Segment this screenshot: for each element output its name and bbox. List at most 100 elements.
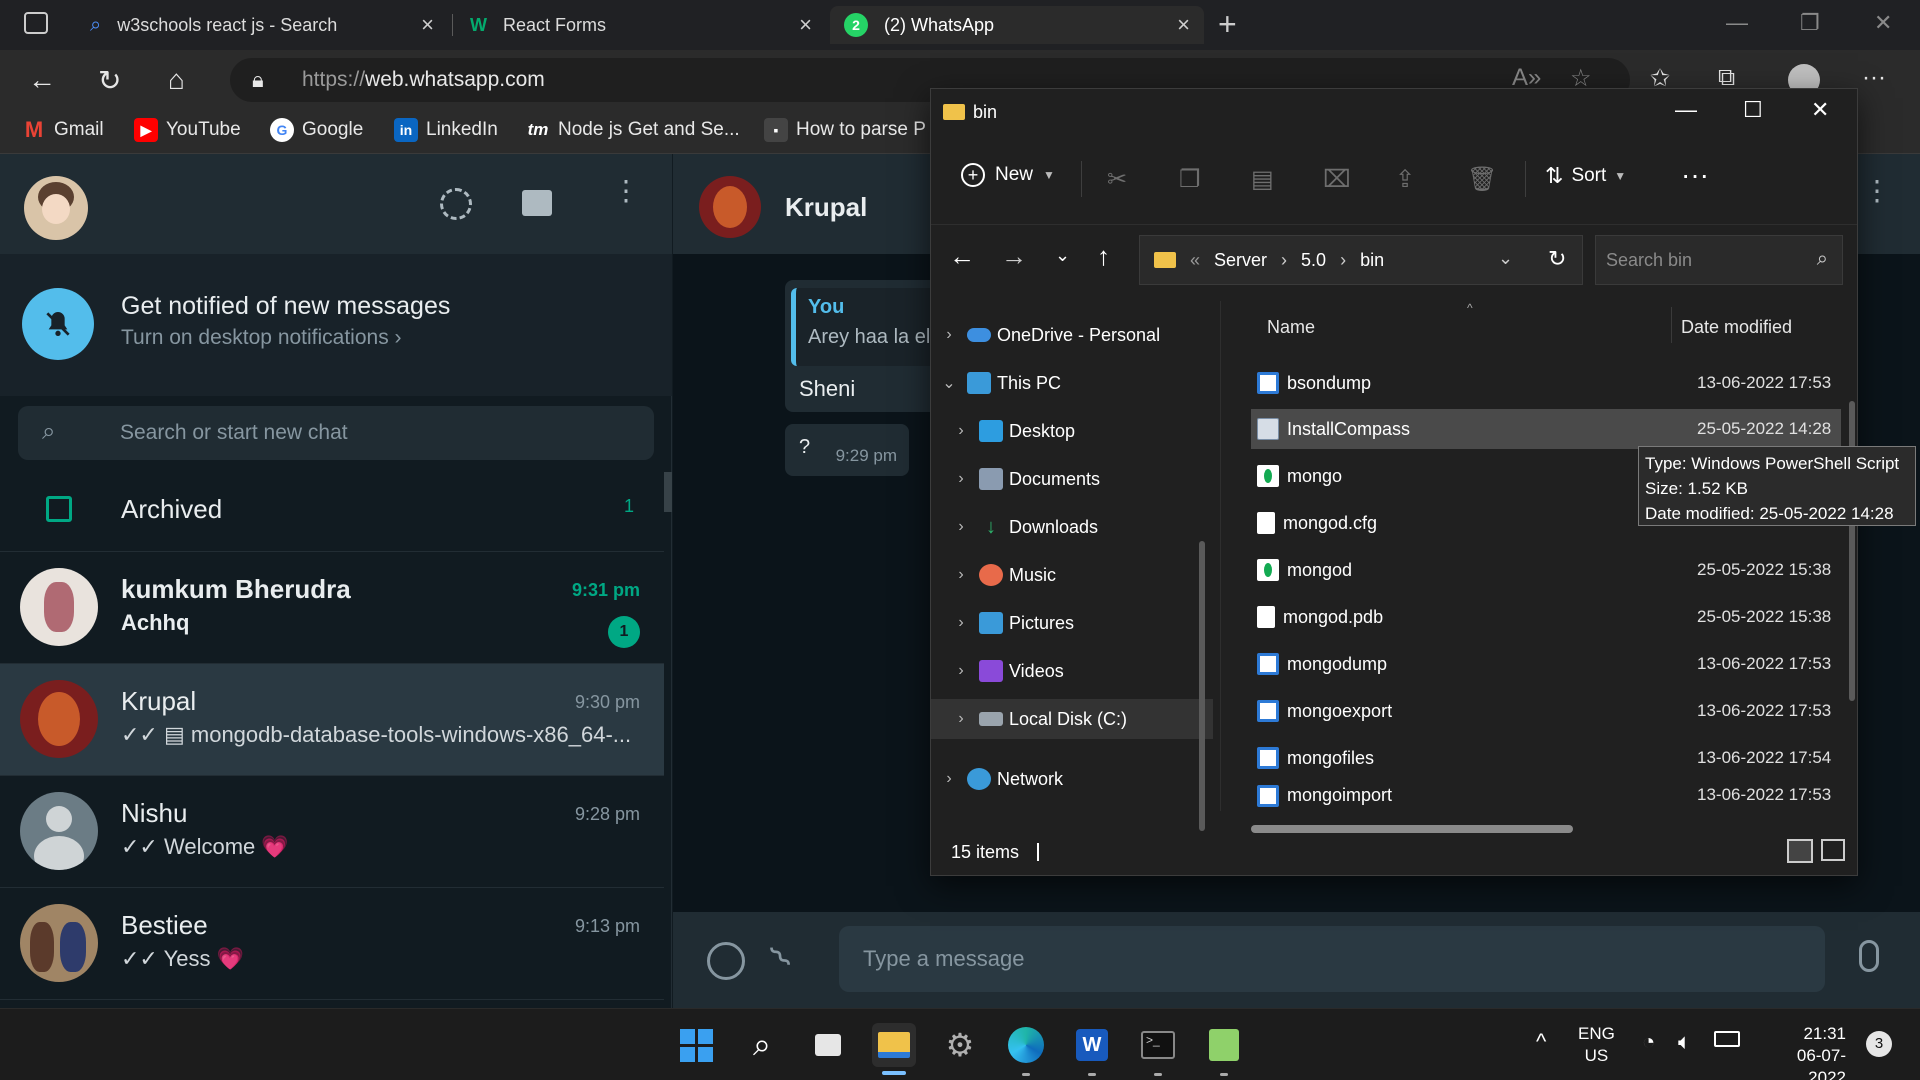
nav-item-network[interactable]: › Network — [931, 759, 1213, 799]
new-tab-icon[interactable]: + — [1218, 6, 1237, 43]
start-icon[interactable] — [674, 1023, 718, 1067]
language-indicator[interactable]: ENG US — [1578, 1023, 1615, 1067]
back-icon[interactable]: ← — [28, 64, 56, 96]
chat-item-kumkum[interactable]: kumkum Bherudra Achhq 9:31 pm 1 — [0, 552, 664, 664]
column-date-modified[interactable]: Date modified — [1681, 317, 1792, 338]
file-row[interactable]: bsondump 13-06-2022 17:53 — [1251, 363, 1841, 403]
close-tab-icon[interactable]: × — [1177, 12, 1190, 38]
nav-item-pictures[interactable]: › Pictures — [931, 603, 1213, 643]
file-row[interactable]: mongodump 13-06-2022 17:53 — [1251, 644, 1841, 684]
bookmark-nodejs[interactable]: tm Node js Get and Se... — [526, 118, 740, 142]
minimize-icon[interactable]: — — [1726, 10, 1748, 36]
notepad-icon[interactable] — [1202, 1023, 1246, 1067]
delete-icon[interactable]: 🗑︎ — [1467, 165, 1497, 194]
column-divider[interactable] — [1671, 307, 1672, 343]
settings-icon[interactable]: ⚙ — [938, 1023, 982, 1067]
menu-icon[interactable]: ⋮ — [1863, 177, 1891, 205]
refresh-icon[interactable]: ↻ — [1548, 246, 1566, 272]
task-view-icon[interactable] — [806, 1023, 850, 1067]
bookmark-linkedin[interactable]: in LinkedIn — [394, 118, 498, 142]
microphone-icon[interactable] — [1859, 940, 1879, 972]
word-icon[interactable]: W — [1070, 1023, 1114, 1067]
paste-icon[interactable]: ▤ — [1251, 165, 1274, 194]
share-icon[interactable]: ⇪ — [1395, 165, 1415, 194]
nav-item-this-pc[interactable]: ⌄ This PC — [931, 363, 1213, 403]
close-tab-icon[interactable]: × — [799, 12, 812, 38]
nav-item-local-disk[interactable]: › Local Disk (C:) — [931, 699, 1213, 739]
breadcrumb[interactable]: « Server › 5.0 › bin ⌄ ↻ — [1139, 235, 1583, 285]
file-row-selected[interactable]: InstallCompass 25-05-2022 14:28 — [1251, 409, 1841, 449]
nav-item-documents[interactable]: › Documents — [931, 459, 1213, 499]
maximize-icon[interactable]: ☐ — [1743, 97, 1763, 123]
chat-item-bestiee[interactable]: Bestiee ✓✓ Yess 💗 9:13 pm — [0, 888, 664, 1000]
quoted-message[interactable]: You Arey haa la el — [791, 288, 941, 366]
nav-item-onedrive[interactable]: › OneDrive - Personal — [931, 315, 1213, 355]
nav-item-desktop[interactable]: › Desktop — [931, 411, 1213, 451]
new-button[interactable]: + New ▼ — [961, 163, 1055, 187]
file-row[interactable]: mongofiles 13-06-2022 17:54 — [1251, 738, 1841, 778]
explorer-titlebar[interactable]: bin — ☐ ✕ — [931, 89, 1857, 135]
folder-search-input[interactable]: Search bin ⌕ — [1595, 235, 1843, 285]
up-icon[interactable]: ↑ — [1097, 241, 1110, 272]
volume-icon[interactable]: 🔈︎ — [1678, 1029, 1691, 1055]
breadcrumb-item[interactable]: Server — [1214, 250, 1267, 271]
bookmark-youtube[interactable]: ▶ YouTube — [134, 118, 241, 142]
column-name[interactable]: Name — [1267, 317, 1315, 338]
file-row[interactable]: mongoimport 13-06-2022 17:53 — [1251, 785, 1841, 811]
tiles-view-icon[interactable] — [1821, 839, 1845, 861]
sort-button[interactable]: ⇅ Sort ▼ — [1545, 163, 1626, 189]
bookmark-gmail[interactable]: M Gmail — [22, 117, 104, 142]
nav-scrollbar[interactable] — [1199, 541, 1205, 831]
rename-icon[interactable]: ⌧ — [1323, 165, 1351, 194]
notify-link[interactable]: Turn on desktop notifications › — [121, 326, 402, 350]
menu-icon[interactable]: ⋮ — [612, 177, 640, 205]
message-bubble[interactable]: ? 9:29 pm — [785, 424, 909, 476]
clock[interactable]: 21:31 06-07-2022 — [1760, 1023, 1846, 1080]
restore-icon[interactable]: ❐ — [1800, 10, 1820, 36]
nav-item-downloads[interactable]: › ↓ Downloads — [931, 507, 1213, 547]
tab-actions-icon[interactable] — [24, 12, 48, 34]
nav-item-videos[interactable]: › Videos — [931, 651, 1213, 691]
emoji-icon[interactable] — [707, 942, 745, 980]
show-hidden-icons-icon[interactable]: ^ — [1536, 1029, 1546, 1055]
new-chat-icon[interactable] — [522, 190, 552, 216]
tab-whatsapp[interactable]: 2 (2) WhatsApp × — [830, 6, 1204, 44]
minimize-icon[interactable]: — — [1675, 97, 1697, 123]
more-menu-icon[interactable]: ··· — [1862, 64, 1886, 92]
file-row[interactable]: mongod.pdb 25-05-2022 15:38 — [1251, 597, 1841, 637]
bookmark-parse[interactable]: ▪ How to parse P — [764, 118, 926, 142]
edge-icon[interactable] — [1004, 1023, 1048, 1067]
cut-icon[interactable]: ✂ — [1107, 165, 1127, 194]
file-explorer-icon[interactable] — [872, 1023, 916, 1067]
message-input[interactable]: Type a message — [839, 926, 1825, 992]
chat-item-nishu[interactable]: Nishu ✓✓ Welcome 💗 9:28 pm — [0, 776, 664, 888]
search-icon[interactable]: ⌕ — [740, 1023, 784, 1067]
tab-bing-search[interactable]: ⌕ w3schools react js - Search × — [76, 6, 448, 44]
archived-row[interactable]: Archived 1 — [0, 470, 664, 552]
recent-locations-icon[interactable]: ⌄ — [1055, 245, 1070, 266]
notification-banner[interactable]: Get notified of new messages Turn on des… — [0, 254, 672, 396]
breadcrumb-overflow[interactable]: « — [1190, 250, 1200, 271]
battery-icon[interactable] — [1714, 1031, 1740, 1047]
home-icon[interactable]: ⌂ — [168, 64, 185, 96]
copy-icon[interactable]: ❐ — [1179, 165, 1201, 194]
message-bubble-reply[interactable]: You Arey haa la el Sheni — [785, 280, 945, 412]
file-row[interactable]: mongod 25-05-2022 15:38 — [1251, 550, 1841, 590]
close-window-icon[interactable]: ✕ — [1811, 97, 1829, 123]
back-icon[interactable]: ← — [949, 241, 975, 272]
refresh-icon[interactable]: ↻ — [98, 64, 121, 97]
details-view-icon[interactable] — [1787, 839, 1813, 863]
close-tab-icon[interactable]: × — [421, 12, 434, 38]
my-avatar[interactable] — [24, 176, 88, 240]
close-window-icon[interactable]: ✕ — [1874, 10, 1892, 36]
tab-react-forms[interactable]: W React Forms × — [456, 6, 826, 44]
nav-item-music[interactable]: › Music — [931, 555, 1213, 595]
sidebar-scrollbar[interactable] — [664, 472, 672, 512]
forward-icon[interactable]: → — [1001, 241, 1027, 272]
terminal-icon[interactable]: >_ — [1136, 1023, 1180, 1067]
bookmark-google[interactable]: G Google — [270, 118, 363, 142]
file-row[interactable]: mongoexport 13-06-2022 17:53 — [1251, 691, 1841, 731]
attach-icon[interactable]: ⌇ — [762, 938, 800, 976]
breadcrumb-item[interactable]: 5.0 — [1301, 250, 1326, 271]
chevron-down-icon[interactable]: ⌄ — [1498, 248, 1513, 269]
